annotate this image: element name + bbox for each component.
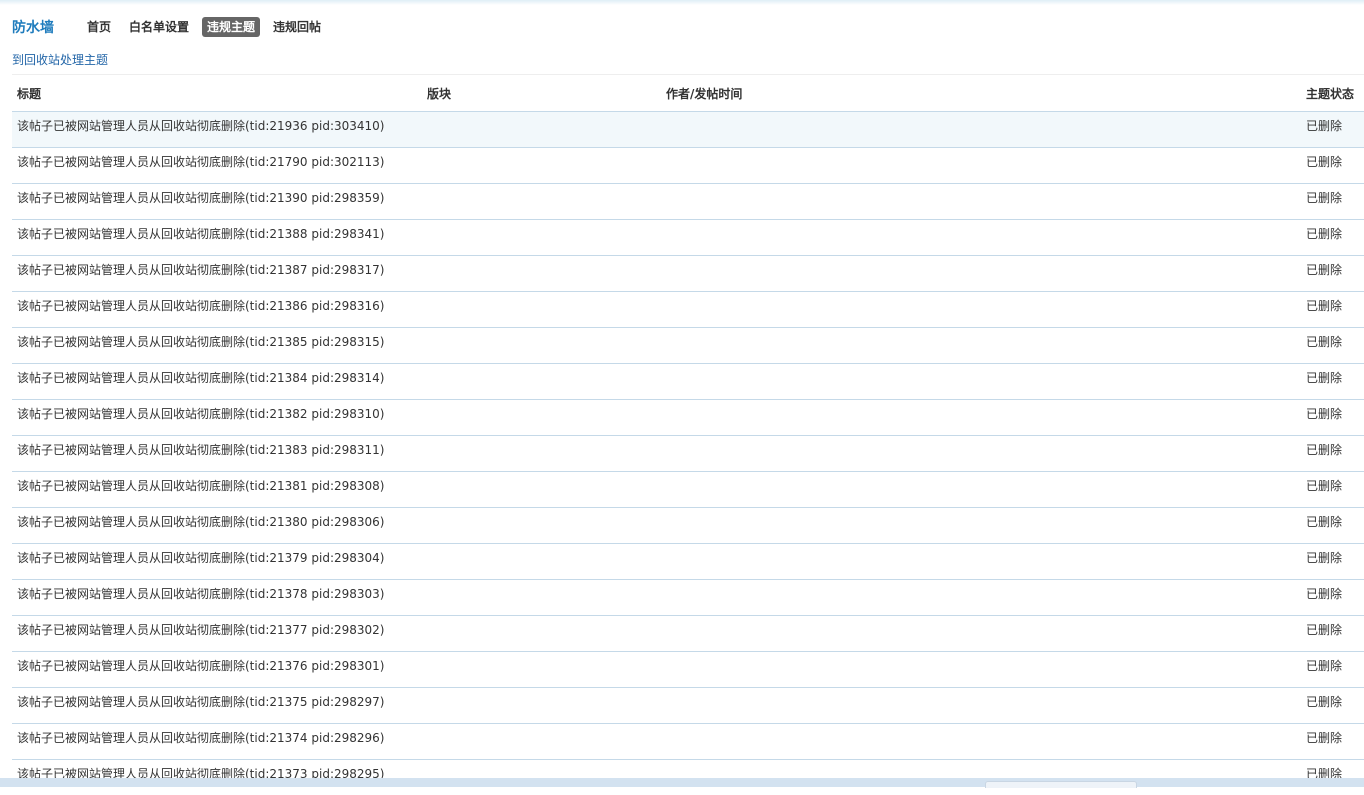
topics-table: 标题 版块 作者/发帖时间 主题状态 该帖子已被网站管理人员从回收站彻底删除(t… [12, 74, 1364, 795]
row-title: 该帖子已被网站管理人员从回收站彻底删除(tid:21381 pid:298308… [17, 479, 385, 493]
table-row: 该帖子已被网站管理人员从回收站彻底删除(tid:21388 pid:298341… [12, 219, 1364, 255]
tab-violating-topics[interactable]: 违规主题 [202, 17, 261, 37]
row-status: 已删除 [1306, 515, 1343, 529]
row-title: 该帖子已被网站管理人员从回收站彻底删除(tid:21379 pid:298304… [17, 551, 385, 565]
header-author-time: 作者/发帖时间 [666, 86, 743, 101]
table-row: 该帖子已被网站管理人员从回收站彻底删除(tid:21380 pid:298306… [12, 507, 1364, 543]
row-status: 已删除 [1306, 155, 1343, 169]
recycle-bin-link[interactable]: 到回收站处理主题 [12, 52, 108, 68]
table-row: 该帖子已被网站管理人员从回收站彻底删除(tid:21386 pid:298316… [12, 291, 1364, 327]
table-row: 该帖子已被网站管理人员从回收站彻底删除(tid:21385 pid:298315… [12, 327, 1364, 363]
row-status: 已删除 [1306, 263, 1343, 277]
row-title: 该帖子已被网站管理人员从回收站彻底删除(tid:21382 pid:298310… [17, 407, 385, 421]
top-strip [0, 0, 1364, 5]
nav-tabs: 首页 白名单设置 违规主题 违规回帖 [82, 17, 334, 37]
row-status: 已删除 [1306, 407, 1343, 421]
row-title: 该帖子已被网站管理人员从回收站彻底删除(tid:21385 pid:298315… [17, 335, 385, 349]
row-status: 已删除 [1306, 731, 1343, 745]
header: 防水墙 首页 白名单设置 违规主题 违规回帖 [12, 16, 334, 38]
tab-violating-replies[interactable]: 违规回帖 [268, 17, 326, 37]
row-status: 已删除 [1306, 551, 1343, 565]
row-title: 该帖子已被网站管理人员从回收站彻底删除(tid:21790 pid:302113… [17, 155, 385, 169]
table-row: 该帖子已被网站管理人员从回收站彻底删除(tid:21387 pid:298317… [12, 255, 1364, 291]
table-row: 该帖子已被网站管理人员从回收站彻底删除(tid:21379 pid:298304… [12, 543, 1364, 579]
row-status: 已删除 [1306, 587, 1343, 601]
table-body: 该帖子已被网站管理人员从回收站彻底删除(tid:21936 pid:303410… [12, 111, 1364, 795]
header-board: 版块 [427, 86, 452, 101]
app-title: 防水墙 [12, 20, 54, 36]
tab-home[interactable]: 首页 [82, 17, 116, 37]
row-title: 该帖子已被网站管理人员从回收站彻底删除(tid:21386 pid:298316… [17, 299, 385, 313]
row-title: 该帖子已被网站管理人员从回收站彻底删除(tid:21374 pid:298296… [17, 731, 385, 745]
table-header: 标题 版块 作者/发帖时间 主题状态 [12, 74, 1364, 111]
row-title: 该帖子已被网站管理人员从回收站彻底删除(tid:21390 pid:298359… [17, 191, 385, 205]
table-row: 该帖子已被网站管理人员从回收站彻底删除(tid:21384 pid:298314… [12, 363, 1364, 399]
table-row: 该帖子已被网站管理人员从回收站彻底删除(tid:21382 pid:298310… [12, 399, 1364, 435]
row-title: 该帖子已被网站管理人员从回收站彻底删除(tid:21383 pid:298311… [17, 443, 385, 457]
row-status: 已删除 [1306, 371, 1343, 385]
row-status: 已删除 [1306, 659, 1343, 673]
row-status: 已删除 [1306, 479, 1343, 493]
row-status: 已删除 [1306, 335, 1343, 349]
row-title: 该帖子已被网站管理人员从回收站彻底删除(tid:21375 pid:298297… [17, 695, 385, 709]
table-row: 该帖子已被网站管理人员从回收站彻底删除(tid:21390 pid:298359… [12, 183, 1364, 219]
row-status: 已删除 [1306, 299, 1343, 313]
row-title: 该帖子已被网站管理人员从回收站彻底删除(tid:21377 pid:298302… [17, 623, 385, 637]
table-row: 该帖子已被网站管理人员从回收站彻底删除(tid:21378 pid:298303… [12, 579, 1364, 615]
header-title: 标题 [17, 86, 42, 101]
row-status: 已删除 [1306, 443, 1343, 457]
table-row: 该帖子已被网站管理人员从回收站彻底删除(tid:21374 pid:298296… [12, 723, 1364, 759]
row-title: 该帖子已被网站管理人员从回收站彻底删除(tid:21936 pid:303410… [17, 119, 385, 133]
table-row: 该帖子已被网站管理人员从回收站彻底删除(tid:21377 pid:298302… [12, 615, 1364, 651]
table-row: 该帖子已被网站管理人员从回收站彻底删除(tid:21790 pid:302113… [12, 147, 1364, 183]
row-title: 该帖子已被网站管理人员从回收站彻底删除(tid:21378 pid:298303… [17, 587, 385, 601]
row-status: 已删除 [1306, 623, 1343, 637]
row-status: 已删除 [1306, 227, 1343, 241]
row-title: 该帖子已被网站管理人员从回收站彻底删除(tid:21380 pid:298306… [17, 515, 385, 529]
tab-whitelist-settings[interactable]: 白名单设置 [124, 17, 194, 37]
row-status: 已删除 [1306, 119, 1343, 133]
header-status: 主题状态 [1306, 86, 1355, 101]
table-row: 该帖子已被网站管理人员从回收站彻底删除(tid:21383 pid:298311… [12, 435, 1364, 471]
row-title: 该帖子已被网站管理人员从回收站彻底删除(tid:21376 pid:298301… [17, 659, 385, 673]
row-title: 该帖子已被网站管理人员从回收站彻底删除(tid:21387 pid:298317… [17, 263, 385, 277]
table-row: 该帖子已被网站管理人员从回收站彻底删除(tid:21375 pid:298297… [12, 687, 1364, 723]
table-row: 该帖子已被网站管理人员从回收站彻底删除(tid:21936 pid:303410… [12, 111, 1364, 147]
table-row: 该帖子已被网站管理人员从回收站彻底删除(tid:21373 pid:298295… [12, 759, 1364, 795]
row-title: 该帖子已被网站管理人员从回收站彻底删除(tid:21384 pid:298314… [17, 371, 385, 385]
bottom-bar [0, 778, 1364, 787]
table-row: 该帖子已被网站管理人员从回收站彻底删除(tid:21376 pid:298301… [12, 651, 1364, 687]
table-row: 该帖子已被网站管理人员从回收站彻底删除(tid:21381 pid:298308… [12, 471, 1364, 507]
row-status: 已删除 [1306, 695, 1343, 709]
row-status: 已删除 [1306, 191, 1343, 205]
row-title: 该帖子已被网站管理人员从回收站彻底删除(tid:21388 pid:298341… [17, 227, 385, 241]
